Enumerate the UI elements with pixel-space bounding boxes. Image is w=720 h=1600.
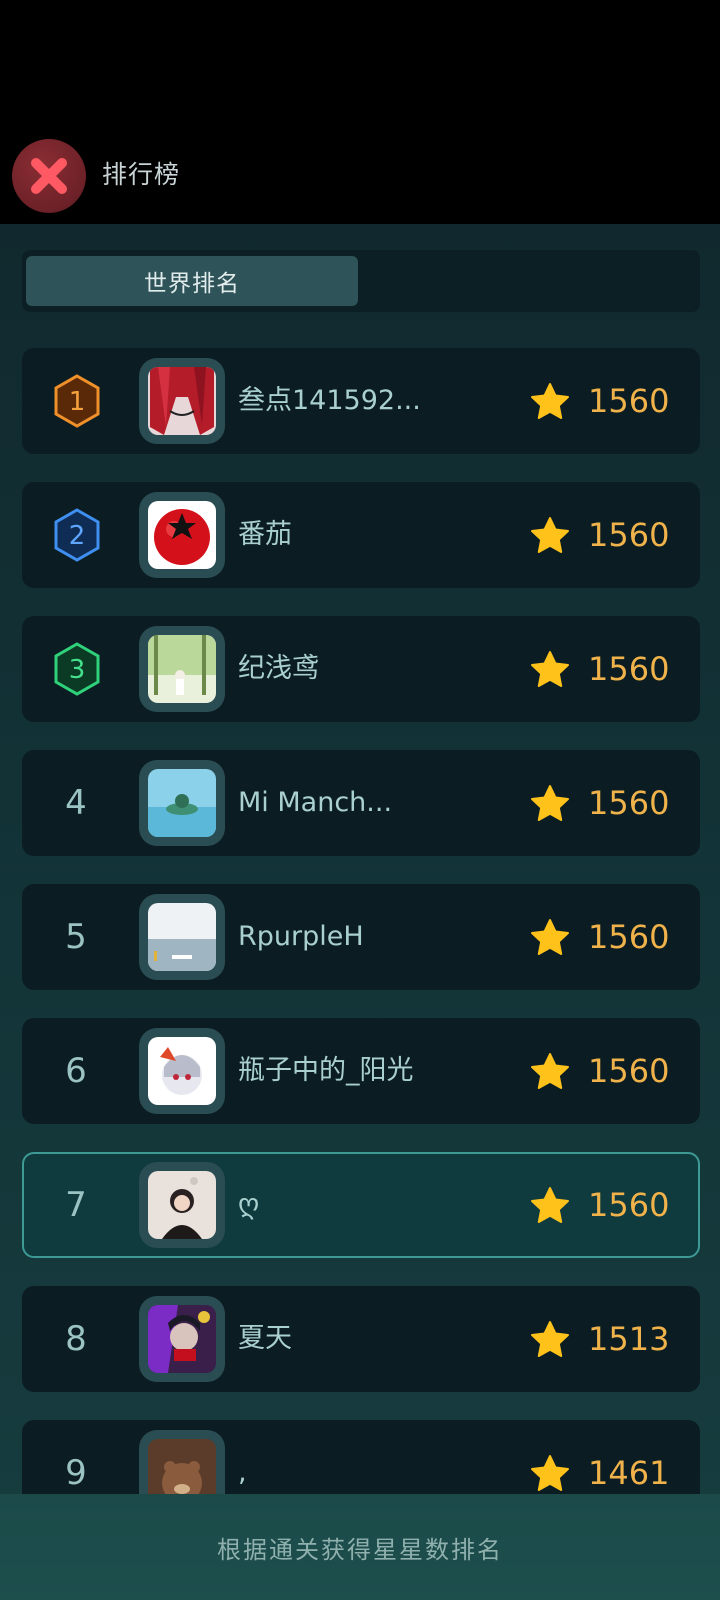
avatar-frame[interactable] xyxy=(139,1028,225,1114)
star-icon xyxy=(531,785,569,821)
avatar xyxy=(148,1439,216,1494)
star-icon xyxy=(531,651,569,687)
rank-medal-icon: 2 xyxy=(54,508,100,562)
score-value: 1560 xyxy=(588,650,670,688)
star-icon xyxy=(531,919,569,955)
player-name: 瓶子中的_阳光 xyxy=(238,1055,414,1086)
player-name: 纪浅鸢 xyxy=(238,653,319,684)
score-value: 1560 xyxy=(588,784,670,822)
player-name: 夏天 xyxy=(238,1323,292,1354)
avatar xyxy=(148,903,216,971)
star-icon xyxy=(531,1455,569,1491)
score-value: 1560 xyxy=(588,516,670,554)
score-value: 1513 xyxy=(588,1320,670,1358)
avatar-frame[interactable] xyxy=(139,894,225,980)
star-icon xyxy=(531,517,569,553)
ranking-footnote: 根据通关获得星星数排名 xyxy=(0,1494,720,1600)
score-value: 1560 xyxy=(588,382,670,420)
close-icon xyxy=(31,158,67,194)
star-icon xyxy=(531,1053,569,1089)
leaderboard-row[interactable]: 8 夏天 1513 xyxy=(22,1286,700,1392)
rank-medal-icon: 1 xyxy=(54,374,100,428)
leaderboard-panel: 世界排名 1 叁点141592... 1560 2 番茄 1560 3 纪浅鸢 … xyxy=(0,224,720,1600)
star-icon xyxy=(531,383,569,419)
avatar xyxy=(148,635,216,703)
avatar-frame[interactable] xyxy=(139,760,225,846)
top-bar: 排行榜 xyxy=(0,0,720,224)
leaderboard-row-current-user[interactable]: 7 ღ 1560 xyxy=(22,1152,700,1258)
player-name: RpurpleH xyxy=(238,921,364,952)
player-name: , xyxy=(238,1457,247,1488)
score-value: 1560 xyxy=(588,1052,670,1090)
avatar xyxy=(148,1305,216,1373)
rank-number: 9 xyxy=(65,1453,87,1493)
avatar-frame[interactable] xyxy=(139,1296,225,1382)
avatar-frame[interactable] xyxy=(139,1162,225,1248)
avatar xyxy=(148,367,216,435)
leaderboard-row[interactable]: 5 RpurpleH 1560 xyxy=(22,884,700,990)
avatar xyxy=(148,1171,216,1239)
player-name: Mi Manch... xyxy=(238,787,393,818)
tab-bar: 世界排名 xyxy=(22,250,700,312)
rank-number: 2 xyxy=(69,521,86,551)
avatar-frame[interactable] xyxy=(139,492,225,578)
leaderboard-row[interactable]: 1 叁点141592... 1560 xyxy=(22,348,700,454)
avatar xyxy=(148,769,216,837)
star-icon xyxy=(531,1187,569,1223)
leaderboard-row[interactable]: 3 纪浅鸢 1560 xyxy=(22,616,700,722)
player-name: 番茄 xyxy=(238,519,292,550)
avatar-frame[interactable] xyxy=(139,1430,225,1494)
score-value: 1461 xyxy=(588,1454,670,1492)
rank-number: 1 xyxy=(69,387,86,417)
avatar-frame[interactable] xyxy=(139,358,225,444)
avatar xyxy=(148,501,216,569)
rank-number: 4 xyxy=(65,783,87,823)
rank-medal-icon: 3 xyxy=(54,642,100,696)
leaderboard-list[interactable]: 世界排名 1 叁点141592... 1560 2 番茄 1560 3 纪浅鸢 … xyxy=(0,224,720,1494)
player-name: 叁点141592... xyxy=(238,385,421,416)
page-title: 排行榜 xyxy=(102,160,181,189)
rank-number: 3 xyxy=(69,655,86,685)
star-icon xyxy=(531,1321,569,1357)
avatar xyxy=(148,1037,216,1105)
leaderboard-row[interactable]: 2 番茄 1560 xyxy=(22,482,700,588)
leaderboard-row[interactable]: 9 , 1461 xyxy=(22,1420,700,1494)
close-button[interactable] xyxy=(12,139,86,213)
leaderboard-row[interactable]: 6 瓶子中的_阳光 1560 xyxy=(22,1018,700,1124)
leaderboard-row[interactable]: 4 Mi Manch... 1560 xyxy=(22,750,700,856)
rank-number: 6 xyxy=(65,1051,87,1091)
player-name: ღ xyxy=(238,1189,260,1220)
avatar-frame[interactable] xyxy=(139,626,225,712)
rank-number: 8 xyxy=(65,1319,87,1359)
score-value: 1560 xyxy=(588,918,670,956)
rank-number: 7 xyxy=(65,1185,87,1225)
rank-number: 5 xyxy=(65,917,87,957)
tab-world-ranking[interactable]: 世界排名 xyxy=(26,256,358,306)
score-value: 1560 xyxy=(588,1186,670,1224)
